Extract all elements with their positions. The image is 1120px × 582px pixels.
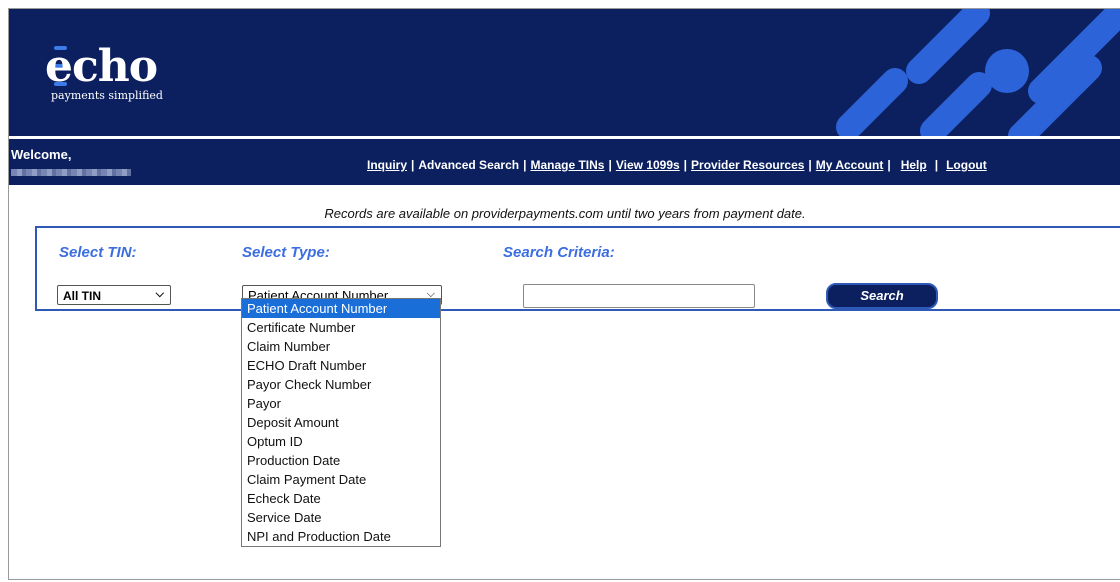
welcome-text: Welcome, <box>11 147 72 162</box>
nav-separator: | <box>808 158 812 172</box>
search-panel: Select TIN: Select Type: Search Criteria… <box>35 226 1120 311</box>
dropdown-option-deposit-amount[interactable]: Deposit Amount <box>242 413 440 432</box>
type-dropdown-list: Patient Account Number Certificate Numbe… <box>241 298 441 547</box>
nav-manage-tins[interactable]: Manage TINs <box>530 158 604 172</box>
nav-provider-resources[interactable]: Provider Resources <box>691 158 804 172</box>
nav-view-1099s[interactable]: View 1099s <box>616 158 680 172</box>
search-criteria-label: Search Criteria: <box>503 244 615 261</box>
search-button[interactable]: Search <box>826 283 938 309</box>
nav-separator: | <box>523 158 527 172</box>
nav-separator: | <box>411 158 415 172</box>
chevron-down-icon: ⌵ <box>155 288 164 300</box>
search-criteria-input[interactable] <box>523 284 755 308</box>
logo-tagline: payments simplified <box>51 89 163 102</box>
nav-help[interactable]: Help <box>901 158 927 172</box>
dropdown-option-claim-number[interactable]: Claim Number <box>242 337 440 356</box>
nav-advanced-search[interactable]: Advanced Search <box>418 158 519 172</box>
dropdown-option-echo-draft-number[interactable]: ECHO Draft Number <box>242 356 440 375</box>
nav-logout[interactable]: Logout <box>946 158 987 172</box>
select-tin-label: Select TIN: <box>59 244 137 261</box>
dropdown-option-service-date[interactable]: Service Date <box>242 508 440 527</box>
tin-select[interactable]: All TIN ⌵ <box>57 285 171 305</box>
dropdown-option-payor[interactable]: Payor <box>242 394 440 413</box>
nav-bar: Welcome, Inquiry | Advanced Search | Manage … <box>9 139 1120 185</box>
dropdown-option-payor-check-number[interactable]: Payor Check Number <box>242 375 440 394</box>
nav-separator: | <box>934 158 939 172</box>
dropdown-option-echeck-date[interactable]: Echeck Date <box>242 489 440 508</box>
records-notice: Records are available on providerpayment… <box>324 206 806 221</box>
tin-select-value: All TIN <box>63 289 101 303</box>
nav-inquiry[interactable]: Inquiry <box>367 158 407 172</box>
user-name-redacted <box>11 169 131 176</box>
dropdown-option-claim-payment-date[interactable]: Claim Payment Date <box>242 470 440 489</box>
select-type-label: Select Type: <box>242 244 330 261</box>
dropdown-option-production-date[interactable]: Production Date <box>242 451 440 470</box>
nav-separator: | <box>608 158 612 172</box>
dropdown-option-npi-and-production-date[interactable]: NPI and Production Date <box>242 527 440 546</box>
nav-separator: | <box>887 158 891 172</box>
nav-my-account[interactable]: My Account <box>816 158 884 172</box>
dropdown-option-certificate-number[interactable]: Certificate Number <box>242 318 440 337</box>
nav-links: Inquiry | Advanced Search | Manage TINs | View… <box>367 158 987 172</box>
header-banner: echo payments simplified <box>9 9 1120 136</box>
dropdown-option-patient-account-number[interactable]: Patient Account Number <box>242 299 440 318</box>
logo-wordmark: echo <box>45 41 158 92</box>
nav-separator: | <box>683 158 688 172</box>
page-frame: echo payments simplified Welcome, Inquir… <box>8 8 1120 580</box>
dropdown-option-optum-id[interactable]: Optum ID <box>242 432 440 451</box>
decorative-stripes-graphic <box>836 9 1120 136</box>
